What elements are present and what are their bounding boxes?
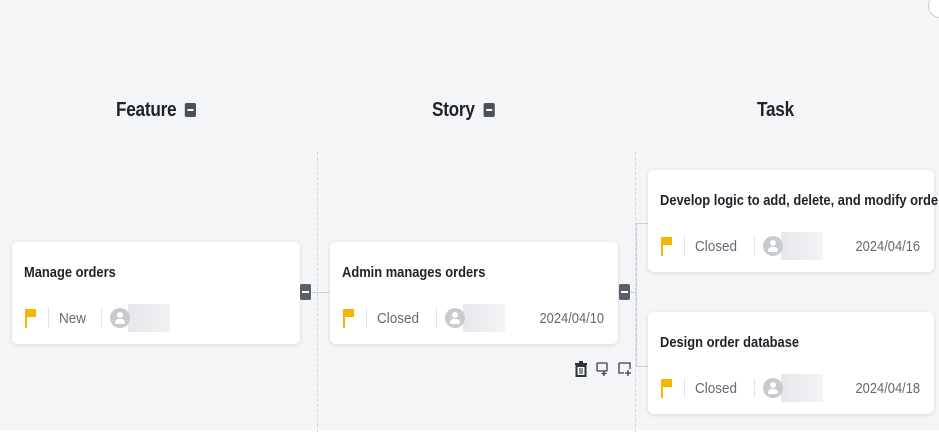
column-header-feature: Feature (116, 96, 197, 124)
assignee-name-redacted (780, 232, 823, 260)
task-card[interactable]: Develop logic to add, delete, and modify… (648, 170, 939, 272)
avatar-icon[interactable] (762, 236, 783, 256)
card-meta: Closed (342, 304, 505, 332)
collapse-node-toggle[interactable] (300, 284, 311, 300)
assignee-name-redacted (462, 304, 505, 332)
priority-flag-icon[interactable] (342, 308, 356, 328)
collapse-column-button[interactable] (483, 103, 495, 117)
column-header-story: Story (432, 96, 495, 124)
connector-line (636, 366, 648, 367)
trash-icon[interactable] (574, 361, 588, 377)
add-child-node-icon[interactable] (618, 361, 632, 377)
card-title: Design order database (660, 334, 800, 351)
card-title: Manage orders (24, 264, 116, 281)
divider (753, 378, 755, 398)
column-title: Task (757, 98, 794, 121)
card-meta: Closed (660, 232, 823, 260)
avatar-icon[interactable] (444, 308, 465, 328)
due-date[interactable]: 2024/04/18 (855, 380, 920, 397)
divider (48, 308, 49, 328)
collapse-node-toggle[interactable] (619, 284, 630, 300)
add-sibling-node-icon[interactable] (596, 361, 610, 377)
assignee-name-redacted (128, 304, 171, 332)
column-title: Feature (116, 98, 177, 121)
divider (684, 378, 685, 398)
divider (101, 308, 103, 328)
due-date[interactable]: 2024/04/16 (855, 238, 920, 255)
card-meta: Closed (660, 374, 823, 402)
priority-flag-icon[interactable] (660, 236, 674, 256)
divider (684, 236, 685, 256)
card-title: Admin manages orders (342, 264, 486, 281)
column-header-task: Task (757, 96, 794, 124)
status-label[interactable]: Closed (377, 310, 419, 327)
task-card[interactable]: Design order database Closed 2024/04/18 (648, 312, 934, 414)
priority-flag-icon[interactable] (660, 378, 674, 398)
card-meta: New (24, 304, 171, 332)
due-date[interactable]: 2024/04/10 (539, 310, 604, 327)
connector-line (636, 223, 648, 224)
connector-line (636, 223, 637, 366)
status-label[interactable]: Closed (695, 238, 737, 255)
status-label[interactable]: New (59, 310, 86, 327)
divider (753, 236, 755, 256)
divider (366, 308, 367, 328)
feature-card[interactable]: Manage orders New (12, 242, 300, 344)
canvas: Feature Story Task Manage orders New Adm… (0, 0, 939, 432)
priority-flag-icon[interactable] (24, 308, 38, 328)
status-label[interactable]: Closed (695, 380, 737, 397)
column-title: Story (432, 98, 475, 121)
collapse-column-button[interactable] (184, 103, 197, 117)
card-title: Develop logic to add, delete, and modify… (660, 192, 939, 209)
mind-map-board: Feature Story Task Manage orders New Adm… (12, 10, 939, 432)
node-actions (574, 361, 632, 377)
story-card[interactable]: Admin manages orders Closed 2024/04/10 (330, 242, 618, 344)
avatar-icon[interactable] (762, 378, 783, 398)
divider (435, 308, 437, 328)
avatar-icon[interactable] (110, 308, 131, 328)
assignee-name-redacted (780, 374, 823, 402)
